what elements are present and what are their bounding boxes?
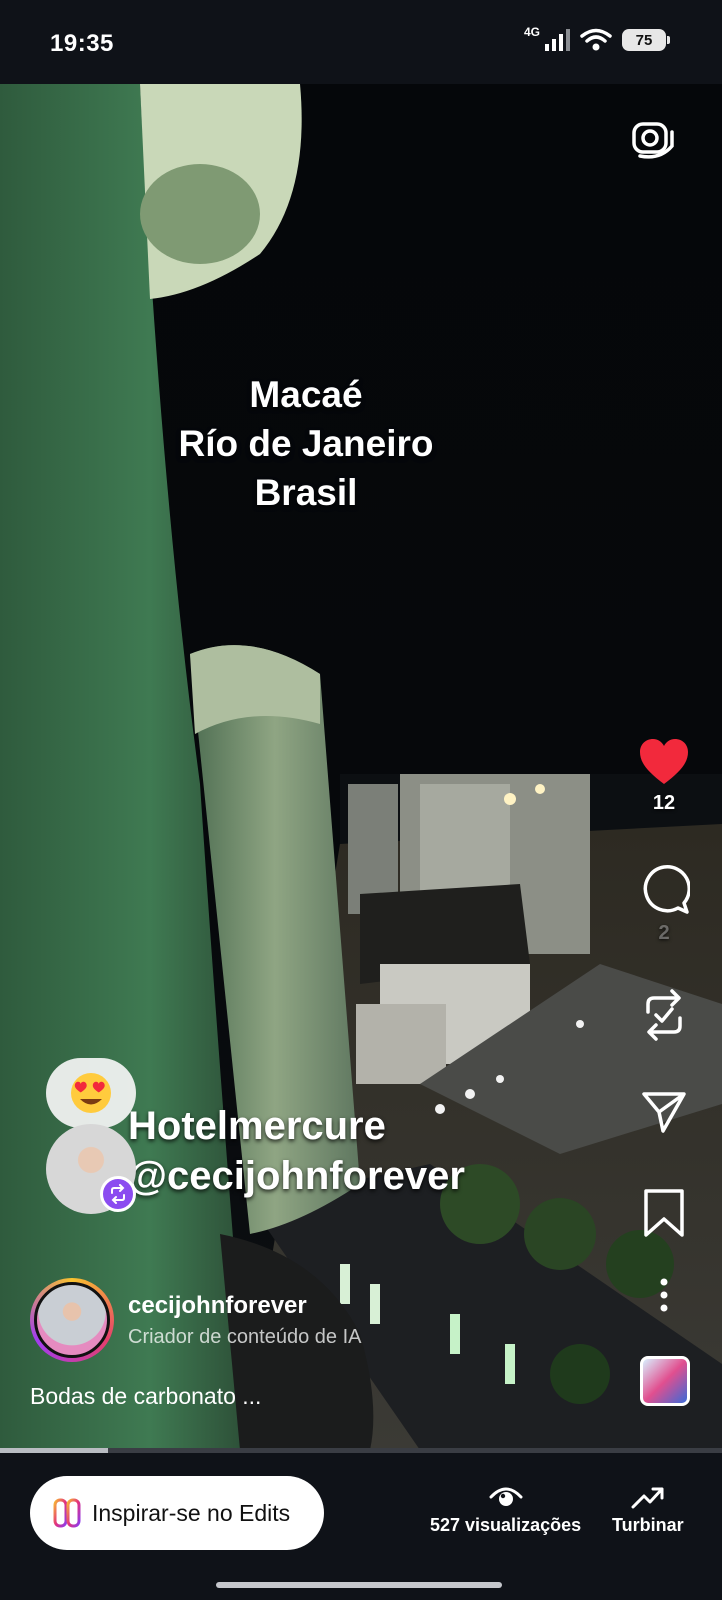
- repost-badge-icon: [111, 1184, 125, 1204]
- author-subtitle: Criador de conteúdo de IA: [128, 1325, 362, 1348]
- status-icons: 4G 75: [523, 25, 670, 52]
- eye-icon: [489, 1487, 523, 1506]
- author-meta: cecijohnforever Criador de conteúdo de I…: [128, 1292, 362, 1349]
- heart-icon[interactable]: [638, 738, 690, 786]
- wifi-icon: [580, 28, 612, 51]
- author-info[interactable]: cecijohnforever Criador de conteúdo de I…: [30, 1278, 362, 1362]
- more-icon[interactable]: [659, 1278, 669, 1312]
- overlay-line-2: Río de Janeiro: [178, 423, 434, 464]
- boost-label: Turbinar: [612, 1515, 684, 1535]
- heart-eyes-emoji-icon: [71, 1073, 111, 1113]
- bookmark-icon[interactable]: [643, 1188, 685, 1238]
- post-caption[interactable]: Bodas de carbonato ...: [30, 1383, 261, 1410]
- network-type: 4G: [523, 25, 540, 39]
- share-action[interactable]: [636, 1090, 692, 1134]
- comment-icon[interactable]: [638, 864, 690, 916]
- edits-button-label: Inspirar-se no Edits: [92, 1499, 291, 1526]
- overlay-line-1: Macaé: [249, 374, 363, 415]
- status-time: 19:35: [50, 30, 114, 57]
- edits-icon: [53, 1498, 81, 1528]
- battery-level: 75: [635, 31, 653, 49]
- author-avatar: [34, 1282, 110, 1358]
- more-options[interactable]: [636, 1278, 692, 1312]
- audio-thumbnail[interactable]: [640, 1356, 690, 1406]
- emoji-reaction[interactable]: [46, 1058, 136, 1128]
- comment-count: 2: [658, 922, 670, 944]
- battery-indicator: 75: [622, 29, 670, 51]
- repost-icon[interactable]: [640, 988, 688, 1042]
- views-stat[interactable]: 527 visualizações: [430, 1483, 581, 1536]
- trend-icon: [631, 1487, 664, 1509]
- like-action[interactable]: 12: [636, 738, 692, 815]
- signal-icon: [545, 29, 570, 51]
- status-bar: 19:35 4G 75: [0, 0, 722, 84]
- author-avatar-ring[interactable]: [30, 1278, 114, 1362]
- tag-hotel: Hotelmercure: [128, 1104, 386, 1148]
- boost-button[interactable]: Turbinar: [612, 1483, 684, 1536]
- video-frame: [0, 84, 722, 1450]
- home-indicator[interactable]: [216, 1582, 502, 1588]
- repost-action[interactable]: [636, 988, 692, 1042]
- overlay-line-3: Brasil: [254, 472, 358, 513]
- share-icon[interactable]: [641, 1090, 687, 1134]
- views-count: 527 visualizações: [430, 1515, 582, 1535]
- collab-badge: [100, 1176, 136, 1212]
- save-action[interactable]: [636, 1188, 692, 1238]
- tag-user: @cecijohnforever: [128, 1154, 465, 1198]
- overlay-location-text: Macaé Río de Janeiro Brasil: [0, 370, 612, 517]
- bottom-bar: Inspirar-se no Edits 527 visualizações T…: [0, 1453, 722, 1600]
- like-count: 12: [652, 792, 676, 814]
- camera-icon[interactable]: [630, 116, 676, 162]
- edits-button[interactable]: Inspirar-se no Edits: [30, 1476, 324, 1550]
- author-username[interactable]: cecijohnforever: [128, 1292, 362, 1320]
- reel-video[interactable]: Macaé Río de Janeiro Brasil: [0, 84, 722, 1450]
- comment-action[interactable]: 2: [636, 864, 692, 945]
